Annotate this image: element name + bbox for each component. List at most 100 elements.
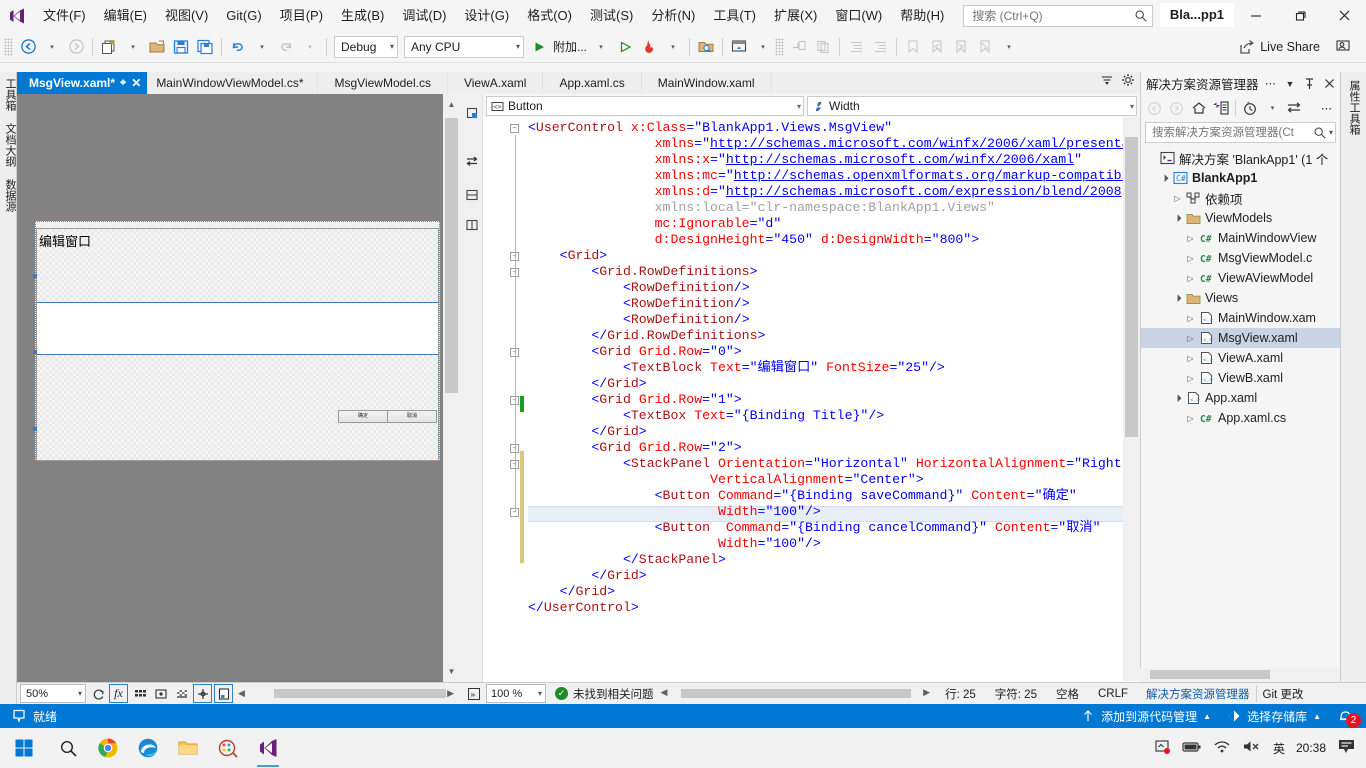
scroll-left-icon[interactable]: ◀	[661, 687, 668, 698]
search-in-folder-button[interactable]	[694, 35, 718, 59]
collapsed-chevron-icon[interactable]: ▷	[1184, 314, 1197, 323]
solution-tree-item-0[interactable]: 解决方案 'BlankApp1' (1 个	[1141, 148, 1340, 168]
toolbar-overflow-button[interactable]: ▾	[997, 35, 1021, 59]
new-item-button[interactable]	[97, 35, 121, 59]
window-layout-button[interactable]	[727, 35, 751, 59]
menu-item-2[interactable]: 视图(V)	[156, 0, 217, 31]
se-home-button[interactable]	[1188, 98, 1209, 119]
taskbar-paint-button[interactable]	[208, 728, 248, 768]
open-file-button[interactable]	[145, 35, 169, 59]
se-sync-with-document-button[interactable]	[1210, 98, 1231, 119]
save-all-button[interactable]	[193, 35, 217, 59]
solution-tree-item-12[interactable]: ◢ <.> App.xaml	[1141, 388, 1340, 408]
solution-explorer-search-input[interactable]	[1150, 125, 1313, 140]
collapsed-chevron-icon[interactable]: ▷	[1184, 414, 1197, 423]
designer-snap-button[interactable]	[151, 684, 170, 703]
previous-bookmark-button[interactable]	[925, 35, 949, 59]
quick-search-box[interactable]	[963, 4, 1154, 27]
navigate-forward-button[interactable]	[64, 35, 88, 59]
document-tab-2[interactable]: MsgViewModel.cs	[318, 72, 448, 94]
editor-horizontal-scrollbar[interactable]: ◀ ▶	[661, 687, 930, 701]
menu-item-6[interactable]: 调试(D)	[393, 0, 455, 31]
notifications-button[interactable]: 2	[1337, 708, 1361, 728]
expanded-chevron-icon[interactable]: ◢	[1157, 171, 1172, 186]
collapsed-chevron-icon[interactable]: ▷	[1184, 234, 1197, 243]
document-tab-4[interactable]: App.xaml.cs	[543, 72, 642, 94]
vertical-split-button[interactable]	[460, 212, 483, 238]
se-back-button[interactable]	[1144, 98, 1165, 119]
solution-tree-item-4[interactable]: ▷ C# MainWindowView	[1141, 228, 1340, 248]
menu-item-13[interactable]: 窗口(W)	[826, 0, 891, 31]
resize-handle[interactable]	[33, 427, 37, 431]
taskbar-chrome-button[interactable]	[88, 728, 128, 768]
xaml-code-editor[interactable]: <> Button ▾ Width ▾ – – – – – – – – <Use…	[483, 94, 1140, 704]
designer-vertical-scrollbar[interactable]: ▲ ▼	[443, 94, 460, 682]
solution-tree-item-13[interactable]: ▷ C# App.xaml.cs	[1141, 408, 1340, 428]
start-without-debug-button[interactable]	[613, 35, 637, 59]
document-tab-1[interactable]: MainWindowViewModel.cs*	[148, 72, 319, 94]
select-repository-button[interactable]: 选择存储库 ▲	[1227, 708, 1321, 725]
design-textblock-title[interactable]: 编辑窗口	[39, 231, 91, 250]
solution-tree-item-9[interactable]: ▷ <.> MsgView.xaml	[1141, 328, 1340, 348]
collapsed-chevron-icon[interactable]: ▷	[1184, 374, 1197, 383]
menu-item-7[interactable]: 设计(G)	[455, 0, 518, 31]
se-collapse-all-button[interactable]	[1284, 98, 1305, 119]
collapsed-chevron-icon[interactable]: ▷	[1184, 254, 1197, 263]
issues-indicator[interactable]: ✓ 未找到相关问题	[549, 686, 654, 702]
redo-dropdown[interactable]: ▾	[298, 35, 322, 59]
solution-platform-combo[interactable]: Any CPU ▾	[404, 35, 524, 58]
solution-tree-item-10[interactable]: ▷ <.> ViewA.xaml	[1141, 348, 1340, 368]
scroll-down-icon[interactable]: ▼	[443, 663, 460, 680]
scrollbar-thumb[interactable]	[1125, 137, 1138, 437]
solution-tree-item-11[interactable]: ▷ <.> ViewB.xaml	[1141, 368, 1340, 388]
redo-button[interactable]	[274, 35, 298, 59]
solution-explorer-search[interactable]: ▾	[1145, 122, 1336, 143]
design-ok-button[interactable]: 确定	[338, 410, 388, 423]
minimize-button[interactable]	[1234, 0, 1278, 31]
se-pending-changes-dropdown[interactable]: ▾	[1262, 98, 1283, 119]
document-tab-3[interactable]: ViewA.xaml	[447, 72, 544, 94]
taskbar-visual-studio-button[interactable]	[248, 728, 288, 768]
collapsed-chevron-icon[interactable]: ▷	[1184, 334, 1197, 343]
code-text-area[interactable]: – – – – – – – – <UserControl x:Class="Bl…	[483, 117, 1123, 681]
menu-item-10[interactable]: 分析(N)	[642, 0, 704, 31]
next-bookmark-button[interactable]	[949, 35, 973, 59]
document-tab-0[interactable]: MsgView.xaml* ⌖ ✕	[17, 72, 149, 94]
designer-refresh-button[interactable]	[88, 684, 107, 703]
increase-indent-button[interactable]	[868, 35, 892, 59]
close-icon[interactable]: ✕	[131, 76, 141, 90]
uncomment-button[interactable]	[811, 35, 835, 59]
close-icon[interactable]	[1321, 75, 1337, 93]
tray-volume-button[interactable]	[1242, 739, 1262, 757]
undo-button[interactable]	[226, 35, 250, 59]
solution-tree-item-7[interactable]: ◢ Views	[1141, 288, 1340, 308]
menu-item-9[interactable]: 测试(S)	[581, 0, 642, 31]
designer-artboard-button[interactable]	[214, 684, 233, 703]
menu-item-5[interactable]: 生成(B)	[332, 0, 393, 31]
resize-handle[interactable]	[33, 274, 37, 278]
solution-explorer-horizontal-scrollbar[interactable]	[1140, 668, 1340, 682]
solution-tree-item-5[interactable]: ▷ C# MsgViewModel.c	[1141, 248, 1340, 268]
menu-item-12[interactable]: 扩展(X)	[765, 0, 826, 31]
hot-reload-button[interactable]	[637, 35, 661, 59]
navigate-back-button[interactable]	[16, 35, 40, 59]
chevron-down-icon[interactable]: ▾	[1327, 128, 1333, 137]
tab-git-changes[interactable]: Git 更改	[1257, 686, 1310, 702]
design-root-container[interactable]: 编辑窗口 确定 取消	[33, 221, 440, 461]
start-debug-button[interactable]	[527, 35, 551, 59]
expand-pane-button[interactable]	[460, 100, 483, 126]
menu-item-8[interactable]: 格式(O)	[518, 0, 581, 31]
solution-tree-item-2[interactable]: ▷ 依赖项	[1141, 188, 1340, 208]
expanded-chevron-icon[interactable]: ◢	[1170, 211, 1185, 226]
start-debug-dropdown[interactable]: ▾	[589, 35, 613, 59]
more-icon[interactable]: ⋯	[1263, 75, 1279, 93]
menu-item-4[interactable]: 项目(P)	[271, 0, 332, 31]
document-tab-5[interactable]: MainWindow.xaml	[641, 72, 772, 94]
scrollbar-thumb[interactable]	[445, 118, 458, 393]
design-cancel-button[interactable]: 取消	[387, 410, 437, 423]
solution-configuration-combo[interactable]: Debug ▾	[334, 35, 398, 58]
editor-zoom-combo[interactable]: 100 % ▾	[486, 684, 546, 703]
scrollbar-thumb[interactable]	[1150, 670, 1270, 679]
taskbar-file-explorer-button[interactable]	[168, 728, 208, 768]
designer-effects-button[interactable]: fx	[109, 684, 128, 703]
